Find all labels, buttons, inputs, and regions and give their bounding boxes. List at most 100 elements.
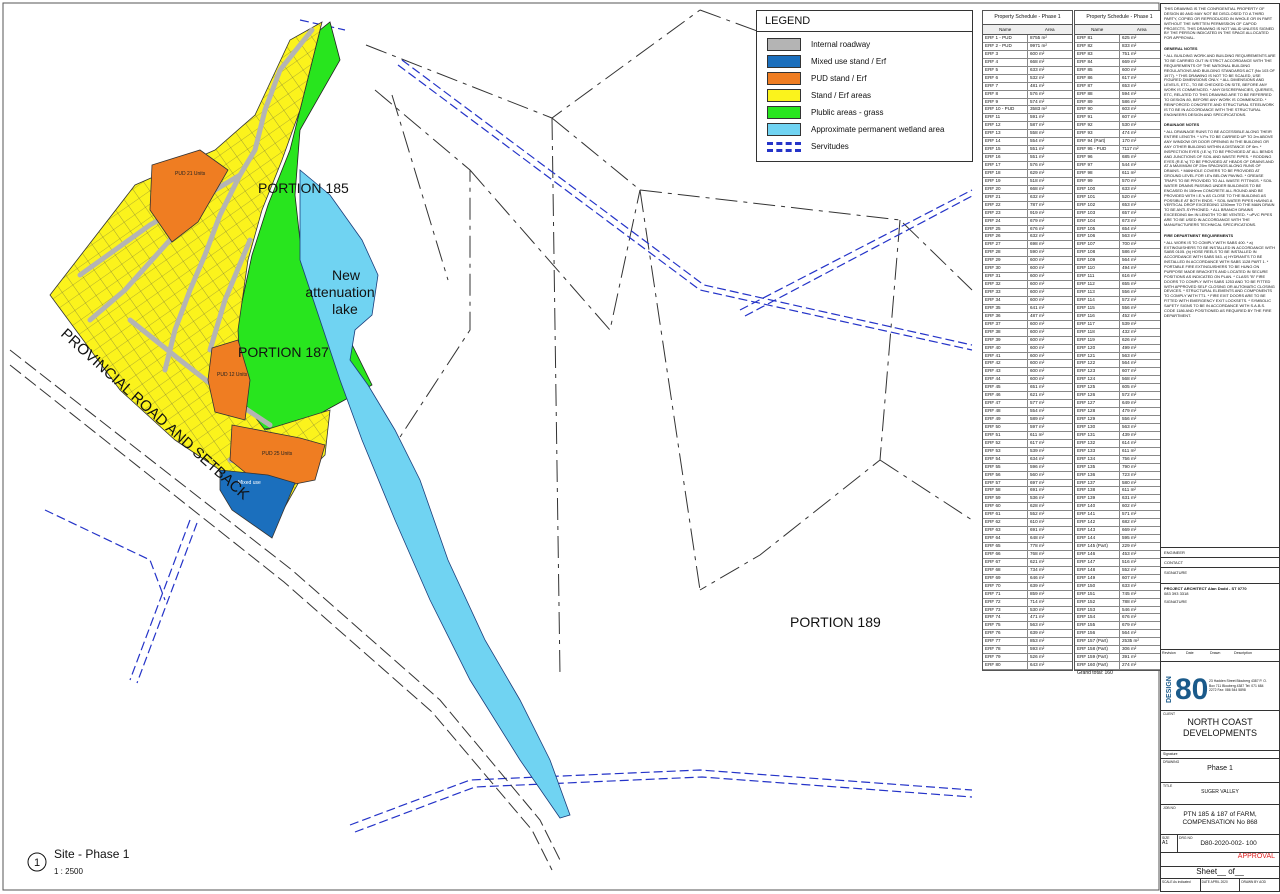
view-title: Site - Phase 1 [54,847,130,861]
legend-label: Servitudes [811,142,849,151]
table-row: ERF 92 530 m² [1075,122,1164,131]
erf-name: ERF 70 [983,582,1028,590]
table-row: ERF 55 596 m² [983,463,1072,472]
table-row: ERF 2 - PUD 9971 m² [983,42,1072,51]
erf-name: ERF 104 [1075,217,1120,225]
erf-area: 556 m² [1122,304,1137,310]
erf-name: ERF 7 [983,82,1028,90]
table-row: ERF 28 590 m² [983,249,1072,258]
rev-col: Drawn [1210,651,1221,655]
erf-name: ERF 139 [1075,495,1120,503]
erf-name: ERF 143 [1075,527,1120,535]
erf-area: 8755 m² [1030,35,1047,40]
erf-name: ERF 73 [983,606,1028,614]
table-row: ERF 159 (Part) 391 m² [1075,654,1164,663]
lake-label-3: lake [332,301,358,317]
erf-area: 859 m² [1030,590,1045,596]
legend-swatch [767,106,801,119]
erf-name: ERF 140 [1075,503,1120,511]
erf-name: ERF 51 [983,431,1028,439]
erf-name: ERF 60 [983,503,1028,511]
pud-12-label: PUD 12 Units [217,372,248,378]
drawing-name: Phase 1 [1207,765,1233,772]
erf-area: 552 m² [1030,511,1045,517]
erf-area: 653 m² [1122,82,1137,88]
erf-area: 600 m² [1030,265,1045,271]
table-row: ERF 101 520 m² [1075,193,1164,202]
table-row: ERF 87 653 m² [1075,82,1164,91]
erf-area: 580 m² [1122,479,1137,485]
table-row: ERF 148 552 m² [1075,566,1164,575]
erf-area: 654 m² [1122,225,1137,231]
erf-area: 634 m² [1030,455,1045,461]
erf-area: 602 m² [1122,503,1137,509]
engineer-label: ENGINEER [1164,550,1185,555]
table-row: ERF 116 452 m² [1075,312,1164,321]
erf-area: 734 m² [1030,566,1045,572]
erf-area: 625 m² [1122,35,1137,40]
erf-name: ERF 54 [983,455,1028,463]
table-row: ERF 153 546 m² [1075,606,1164,615]
fire-notes: * ALL WORK IS TO COMPLY WITH SABS 400. *… [1164,239,1275,318]
erf-area: 568 m² [1122,376,1137,382]
table-row: ERF 9 574 m² [983,98,1072,107]
table-row: ERF 59 536 m² [983,495,1072,504]
erf-area: 3583 m² [1030,106,1047,112]
erf-area: 676 m² [1122,614,1137,620]
table-row: ERF 30 600 m² [983,265,1072,274]
table-row: ERF 53 539 m² [983,447,1072,456]
erf-area: 679 m² [1030,217,1045,223]
signature-label-2: Signature [1163,752,1178,756]
erf-area: 603 m² [1122,106,1137,112]
erf-name: ERF 84 [1075,58,1120,66]
erf-name: ERF 144 [1075,535,1120,542]
erf-name: ERF 151 [1075,590,1120,598]
general-notes: * ALL BUILDING WORK AND BUILDING REQUIRE… [1164,53,1276,117]
disclaimer: THIS DRAWING IS THE CONFIDENTIAL PROPERT… [1164,6,1275,41]
drainage-notes-title: DRAINAGE NOTES [1164,122,1200,128]
erf-area: 570 m² [1122,177,1137,183]
table-row: ERF 105 654 m² [1075,225,1164,234]
table-row: ERF 96 685 m² [1075,154,1164,162]
erf-area: 919 m² [1030,209,1045,215]
company-logo-block: DESIGN 80 23 Hadden Street Blouberg 4387… [1161,661,1279,710]
table-row: ERF 147 516 m² [1075,558,1164,567]
erf-name: ERF 46 [983,392,1028,400]
table-row: ERF 47 577 m² [983,400,1072,409]
table-row: ERF 12 587 m² [983,122,1072,131]
erf-name: ERF 61 [983,511,1028,519]
erf-area: 639 m² [1030,630,1045,636]
erf-area: 600 m² [1030,320,1045,326]
table-row: ERF 8 576 m² [983,90,1072,99]
property-schedule-1: Property Schedule - Phase 1 Name Area ERF… [982,10,1073,671]
drawn-value: AOD [1259,880,1266,884]
col-area: Area [1136,27,1147,32]
erf-name: ERF 152 [1075,598,1120,606]
architect-row: PROJECT ARCHITECT Alan Dodd - ST 0770 083… [1161,583,1279,606]
table-row: ERF 72 714 m² [983,598,1072,607]
erf-area: 790 m² [1122,463,1137,469]
legend-label: PUD stand / Erf [811,74,867,83]
table-row: ERF 83 751 m² [1075,50,1164,59]
erf-area: 474 m² [1122,130,1137,136]
erf-area: 641 m² [1030,304,1045,310]
erf-name: ERF 23 [983,209,1028,217]
view-number: 1 [34,857,40,869]
erf-name: ERF 119 [1075,336,1120,344]
erf-name: ERF 93 [1075,130,1120,138]
drawing-sheet: PUD 21 Units PUD 12 Units PUD 25 Units M… [0,0,1280,894]
erf-area: 600 m² [1030,352,1045,358]
erf-name: ERF 153 [1075,606,1120,614]
erf-area: 691 m² [1030,487,1045,493]
legend-label: Approximate permanent wetland area [811,125,945,134]
erf-name: ERF 57 [983,479,1028,487]
scale-value: As indicated [1173,880,1191,884]
erf-area: 600 m² [1030,50,1045,56]
schedule-rows: ERF 81 625 m² ERF 82 833 m² ERF 83 751 m² ERF … [1075,35,1164,670]
erf-area: 558 m² [1030,130,1045,136]
size-cell: SIZE A1 [1161,835,1178,853]
erf-name: ERF 76 [983,630,1028,638]
erf-area: 546 m² [1122,606,1137,612]
erf-name: ERF 149 [1075,574,1120,582]
table-row: ERF 76 639 m² [983,630,1072,639]
